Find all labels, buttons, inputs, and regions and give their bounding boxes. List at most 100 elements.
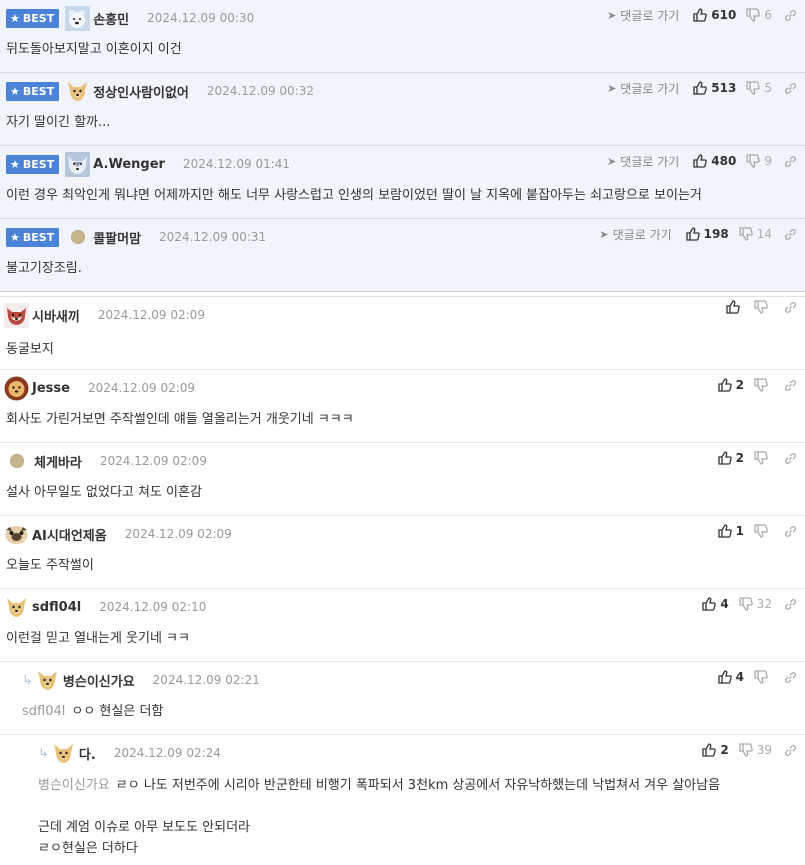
dislike-button[interactable]: 32 — [739, 597, 772, 611]
star-icon: ★ — [10, 157, 20, 171]
link-icon[interactable] — [784, 525, 797, 538]
comment: 체게바라 2024.12.09 02:09 2 설사 아무일도 없었다고 쳐도 … — [0, 443, 805, 516]
comment: AI시대언제옴 2024.12.09 02:09 1 오늘도 주작썰이 — [0, 516, 805, 589]
dislike-button[interactable]: 9 — [746, 154, 772, 168]
thumbs-up-icon — [686, 227, 700, 241]
like-button[interactable]: 4 — [717, 670, 744, 684]
go-to-comment-link[interactable]: ➤ 댓글로 가기 — [607, 7, 679, 24]
polar-bear-avatar-icon[interactable] — [65, 5, 91, 31]
comment-nickname[interactable]: A.Wenger — [93, 157, 165, 172]
like-button[interactable]: 1 — [717, 524, 744, 538]
thumbs-down-icon — [746, 154, 761, 168]
dislike-button[interactable]: 14 — [739, 227, 772, 241]
reply-text-line: 근데 계엄 이슈로 아무 보도도 안되더라 — [38, 820, 251, 835]
like-button[interactable]: 2 — [717, 378, 744, 392]
link-icon[interactable] — [784, 744, 797, 757]
wolf-avatar-icon[interactable] — [65, 151, 91, 177]
thumbs-up-icon — [693, 81, 708, 95]
lion-avatar-icon[interactable] — [4, 376, 29, 401]
mention-tag[interactable]: 병슨이신가요 — [38, 778, 110, 793]
link-icon[interactable] — [784, 155, 797, 168]
dislike-button[interactable] — [754, 300, 772, 314]
shiba-avatar-icon[interactable] — [4, 302, 29, 328]
comment-nickname[interactable]: 시바새끼 — [32, 306, 80, 325]
go-to-comment-link[interactable]: ➤ 댓글로 가기 — [607, 80, 679, 97]
like-button[interactable] — [726, 300, 744, 314]
thumbs-up-icon — [693, 154, 708, 168]
reply-text: ㅇㅇ 현실은 더함 — [71, 704, 164, 719]
like-button[interactable]: 480 — [693, 154, 736, 168]
comment-text: 불고기장조림. — [6, 261, 82, 276]
go-to-comment-link[interactable]: ➤ 댓글로 가기 — [607, 153, 679, 170]
dislike-button[interactable] — [754, 378, 772, 392]
comment-text: 뒤도돌아보지말고 이혼이지 이건 — [6, 42, 182, 57]
thumbs-down-icon — [746, 81, 761, 95]
link-icon[interactable] — [784, 82, 797, 95]
dislike-button[interactable] — [754, 451, 772, 465]
best-comment: ★ BEST A.Wenger 2024.12.09 01:41 ➤ 댓글로 가기 … — [0, 146, 805, 219]
link-icon[interactable] — [784, 301, 797, 314]
star-icon: ★ — [10, 230, 20, 244]
mention-tag[interactable]: sdfl04l — [22, 704, 65, 719]
best-badge: ★ BEST — [6, 154, 60, 174]
comment-timestamp: 2024.12.09 02:09 — [87, 381, 196, 395]
dislike-button[interactable]: 6 — [746, 8, 772, 22]
star-icon: ★ — [10, 84, 20, 98]
comment-nickname[interactable]: 정상인사람이없어 — [93, 82, 189, 101]
comment-list: 시바새끼 2024.12.09 02:09 동굴보지 Jesse 2024.12… — [0, 297, 805, 865]
dislike-button[interactable]: 39 — [739, 743, 772, 757]
link-icon[interactable] — [784, 452, 797, 465]
link-icon[interactable] — [784, 9, 797, 22]
dog-avatar-icon[interactable] — [65, 79, 90, 104]
thumbs-down-icon — [754, 524, 768, 538]
like-button[interactable]: 198 — [686, 227, 729, 241]
comment-text: 이런 경우 최악인게 뭐냐면 어제까지만 해도 너무 사랑스럽고 인생의 보람이… — [6, 188, 702, 203]
like-button[interactable]: 513 — [693, 81, 736, 95]
dislike-button[interactable] — [754, 670, 772, 684]
dog-avatar-icon[interactable] — [51, 741, 76, 766]
send-arrow-icon: ➤ — [607, 81, 617, 95]
comment-nickname[interactable]: Jesse — [32, 381, 70, 396]
comment: Jesse 2024.12.09 02:09 2 회사도 가린거보면 주작썰인데… — [0, 370, 805, 443]
comment-nickname[interactable]: 병슨이신가요 — [63, 671, 135, 690]
thumbs-up-icon — [726, 300, 740, 314]
comment-nickname[interactable]: 체게바라 — [34, 452, 82, 471]
comment-nickname[interactable]: sdfl04l — [32, 600, 81, 615]
link-icon[interactable] — [784, 598, 797, 611]
dog-avatar-icon[interactable] — [35, 668, 60, 693]
thumbs-up-icon — [693, 8, 708, 22]
comment-timestamp: 2024.12.09 00:32 — [206, 84, 314, 98]
comment-text: 이런걸 믿고 열내는게 웃기네 ㅋㅋ — [6, 631, 190, 646]
comment-timestamp: 2024.12.09 02:21 — [152, 673, 260, 687]
comment-timestamp: 2024.12.09 02:09 — [124, 527, 232, 541]
best-badge: ★ BEST — [6, 8, 60, 28]
best-badge: ★ BEST — [6, 227, 60, 247]
dislike-button[interactable] — [754, 524, 772, 538]
thumbs-up-icon — [717, 378, 732, 392]
like-button[interactable]: 4 — [702, 597, 729, 611]
link-icon[interactable] — [784, 228, 797, 241]
link-icon[interactable] — [784, 671, 797, 684]
comment-nickname[interactable]: 손홍민 — [93, 9, 129, 28]
like-button[interactable]: 2 — [717, 451, 744, 465]
comment-timestamp: 2024.12.09 00:30 — [147, 11, 255, 25]
default-avatar-icon[interactable] — [10, 454, 24, 468]
best-comment: ★ BEST 정상인사람이없어 2024.12.09 00:32 ➤ 댓글로 가기 … — [0, 73, 805, 146]
comment-nickname[interactable]: 다. — [79, 744, 96, 763]
dog-avatar-icon[interactable] — [4, 595, 29, 620]
reply-text-line: ㄹㅇ현실은 더하다 — [38, 841, 138, 856]
comment: sdfl04l 2024.12.09 02:10 4 32 이런걸 믿고 열내는… — [0, 589, 805, 662]
comment-nickname[interactable]: AI시대언제옴 — [32, 525, 107, 544]
comment-text: 병슨이신가요 ㄹㅇ 나도 저번주에 시리아 반군한테 비행기 폭파되서 3천km … — [38, 775, 795, 859]
comment-nickname[interactable]: 콜팔머맘 — [93, 228, 141, 247]
pug-avatar-icon[interactable] — [4, 522, 29, 547]
comment-text: 자기 딸이긴 할까... — [6, 115, 111, 130]
default-avatar-icon[interactable] — [71, 230, 86, 244]
go-to-comment-link[interactable]: ➤ 댓글로 가기 — [599, 226, 671, 243]
link-icon[interactable] — [784, 379, 797, 392]
comment-timestamp: 2024.12.09 01:41 — [182, 157, 291, 171]
dislike-button[interactable]: 5 — [746, 81, 772, 95]
thumbs-up-icon — [702, 597, 717, 611]
like-button[interactable]: 610 — [693, 8, 736, 22]
like-button[interactable]: 2 — [702, 743, 729, 757]
